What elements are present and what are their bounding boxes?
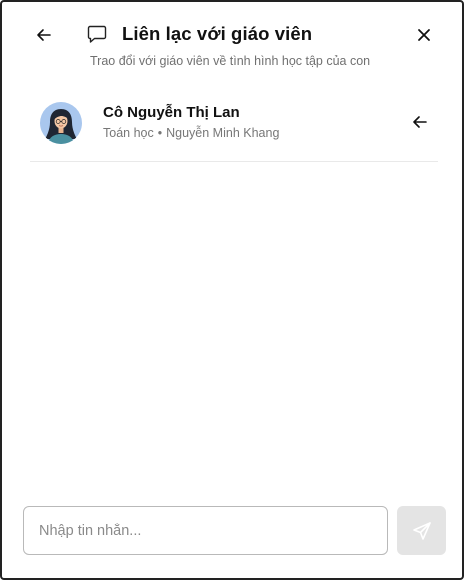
teacher-name: Cô Nguyễn Thị Lan [103,104,240,121]
close-button[interactable] [410,21,438,49]
teacher-avatar [40,102,82,144]
arrow-left-icon [413,116,427,128]
teacher-meta: Toán học • Nguyễn Minh Khang [103,126,279,140]
send-button[interactable] [397,506,446,555]
teacher-open-button[interactable] [406,108,434,136]
page-subtitle: Trao đổi với giáo viên về tình hình học … [90,54,371,68]
meta-separator: • [157,126,163,140]
dialog: Liên lạc với giáo viên Trao đổi với giáo… [0,0,464,580]
close-icon [418,29,430,41]
teacher-subject: Toán học [103,126,154,140]
message-input[interactable] [23,506,388,555]
teacher-list-item[interactable]: Cô Nguyễn Thị Lan Toán học • Nguyễn Minh K… [30,94,438,162]
send-icon [412,521,431,540]
back-button[interactable] [30,21,58,49]
page-title: Liên lạc với giáo viên [122,23,313,44]
arrow-left-icon [37,29,51,41]
student-name: Nguyễn Minh Khang [166,126,280,140]
chat-bubble-icon [87,25,107,43]
